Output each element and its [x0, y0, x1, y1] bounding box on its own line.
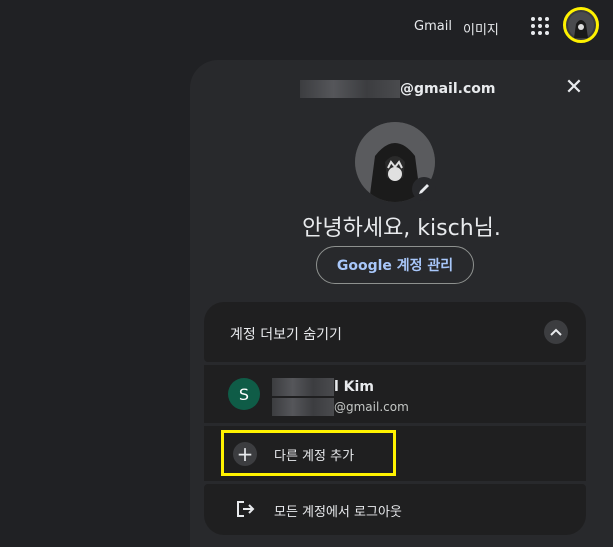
account-name: l Kim [272, 378, 374, 396]
account-avatar-button[interactable] [563, 7, 599, 43]
account-panel: @gmail.com ✕ 안녕하세요, kisch님. Google 계정 관리… [190, 60, 613, 547]
account-email: @gmail.com [272, 398, 409, 416]
manage-google-account-button[interactable]: Google 계정 관리 [316, 246, 474, 284]
add-account-row[interactable]: + 다른 계정 추가 [204, 426, 586, 481]
account-email-domain: @gmail.com [334, 400, 409, 414]
redacted-block [300, 80, 400, 98]
plus-icon: + [233, 442, 257, 466]
gmail-link[interactable]: Gmail [414, 19, 452, 34]
sign-out-all-label: 모든 계정에서 로그아웃 [274, 505, 402, 520]
redacted-block [272, 378, 334, 396]
current-account-email: @gmail.com [300, 79, 495, 99]
email-domain: @gmail.com [400, 81, 496, 97]
redacted-block [272, 398, 334, 416]
greeting-text: 안녕하세요, kisch님. [302, 216, 501, 241]
accounts-toggle[interactable]: 계정 더보기 숨기기 [204, 302, 586, 362]
pencil-icon [419, 184, 429, 194]
profile-photo-icon [568, 12, 594, 38]
chevron-up-icon[interactable] [544, 320, 568, 344]
account-list-item[interactable]: S l Kim @gmail.com [204, 365, 586, 423]
account-name-suffix: l Kim [334, 379, 374, 395]
edit-photo-button[interactable] [412, 177, 436, 201]
accounts-section: 계정 더보기 숨기기 S l Kim @gmail.com + 다른 계정 추가 [204, 302, 586, 535]
sign-out-all-button[interactable]: 모든 계정에서 로그아웃 [204, 484, 586, 535]
accounts-toggle-label: 계정 더보기 숨기기 [230, 327, 342, 343]
apps-grid-icon[interactable] [529, 15, 551, 37]
images-link[interactable]: 이미지 [463, 19, 499, 38]
sign-out-icon [235, 499, 255, 519]
account-initial-avatar: S [228, 378, 260, 410]
close-button[interactable]: ✕ [563, 77, 585, 99]
add-account-label: 다른 계정 추가 [274, 449, 355, 464]
